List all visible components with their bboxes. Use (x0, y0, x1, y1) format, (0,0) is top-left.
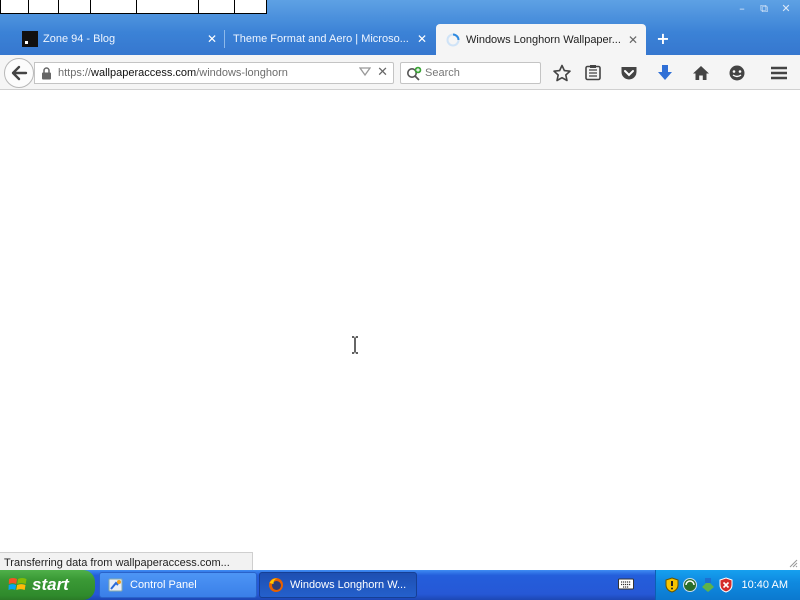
tab-label: Theme Format and Aero | Microso... (233, 33, 409, 45)
minimize-icon[interactable]: – (734, 2, 750, 16)
tab-label: Zone 94 - Blog (43, 33, 116, 45)
history-dropdown-icon[interactable] (359, 67, 371, 77)
placeholder-box (234, 0, 267, 14)
navigation-toolbar: https://wallpaperaccess.com/windows-long… (0, 55, 800, 90)
placeholder-box (198, 0, 235, 14)
close-icon[interactable]: ✕ (778, 2, 794, 16)
home-icon[interactable] (691, 64, 711, 82)
back-button[interactable] (4, 58, 34, 88)
lock-icon[interactable] (41, 67, 52, 80)
control-panel-icon (108, 578, 123, 592)
placeholder-box (0, 0, 29, 14)
start-label: start (32, 575, 69, 594)
tab-zone94-blog[interactable]: Zone 94 - Blog ✕ (22, 25, 219, 53)
taskbar-item-control-panel[interactable]: Control Panel (99, 572, 257, 598)
text-cursor-icon (352, 336, 358, 354)
placeholder-box (90, 0, 137, 14)
status-text: Transferring data from wallpaperaccess.c… (4, 557, 230, 569)
taskbar-item-label: Control Panel (130, 579, 197, 591)
restore-icon[interactable]: ⧉ (756, 2, 772, 16)
windows-flag-icon (8, 578, 27, 590)
taskbar-item-firefox[interactable]: Windows Longhorn W... (259, 572, 417, 598)
tab-theme-format[interactable]: Theme Format and Aero | Microso... ✕ (233, 25, 429, 53)
antivirus-shield-icon[interactable] (718, 577, 734, 593)
window-controls: – ⧉ ✕ (734, 2, 794, 16)
chat-icon[interactable] (727, 64, 747, 82)
browser-titlebar: – ⧉ ✕ Zone 94 - Blog ✕ Theme Format and … (0, 0, 800, 55)
tab-close-icon[interactable]: ✕ (205, 32, 219, 46)
status-bar: Transferring data from wallpaperaccess.c… (0, 552, 253, 570)
plus-icon[interactable]: + (654, 29, 672, 48)
placeholder-box (28, 0, 59, 14)
pocket-icon[interactable] (619, 64, 639, 82)
update-icon[interactable] (700, 577, 716, 593)
url-host: wallpaperaccess.com (91, 67, 197, 79)
search-placeholder: Search (425, 67, 460, 79)
url-path: /windows-longhorn (196, 67, 288, 79)
screen: – ⧉ ✕ Zone 94 - Blog ✕ Theme Format and … (0, 0, 800, 600)
loading-spinner-icon (445, 32, 461, 48)
url-text: https://wallpaperaccess.com/windows-long… (58, 67, 288, 79)
zone94-favicon (22, 31, 38, 47)
download-icon[interactable] (655, 64, 675, 82)
url-protocol: https:// (58, 67, 92, 79)
reader-list-icon[interactable] (583, 64, 603, 82)
page-content[interactable] (0, 91, 800, 551)
star-icon[interactable] (552, 64, 572, 82)
url-bar[interactable]: https://wallpaperaccess.com/windows-long… (34, 62, 394, 84)
security-shield-icon[interactable] (664, 577, 680, 593)
stop-icon[interactable]: ✕ (377, 65, 388, 80)
back-arrow-icon (11, 65, 28, 81)
keyboard-icon[interactable] (618, 577, 634, 591)
taskbar-item-label: Windows Longhorn W... (290, 579, 407, 591)
taskbar: start Control Panel Windows Longhorn W..… (0, 570, 800, 600)
start-button[interactable]: start (0, 570, 95, 600)
network-icon[interactable] (682, 577, 698, 593)
tab-close-icon[interactable]: ✕ (626, 33, 640, 47)
clock: 10:40 AM (741, 579, 788, 591)
menu-icon[interactable] (769, 64, 789, 82)
tab-separator (224, 30, 225, 48)
tab-label: Windows Longhorn Wallpaper... (466, 33, 621, 46)
search-engine-icon (407, 66, 422, 81)
placeholder-box (136, 0, 199, 14)
tab-windows-longhorn[interactable]: Windows Longhorn Wallpaper... ✕ (436, 24, 646, 55)
placeholder-box (58, 0, 91, 14)
search-input[interactable]: Search (400, 62, 541, 84)
placeholder-box-row (0, 0, 267, 14)
firefox-icon (269, 578, 283, 592)
system-tray: 10:40 AM (655, 570, 800, 600)
resize-grip-icon[interactable] (786, 556, 798, 568)
tab-close-icon[interactable]: ✕ (415, 32, 429, 46)
